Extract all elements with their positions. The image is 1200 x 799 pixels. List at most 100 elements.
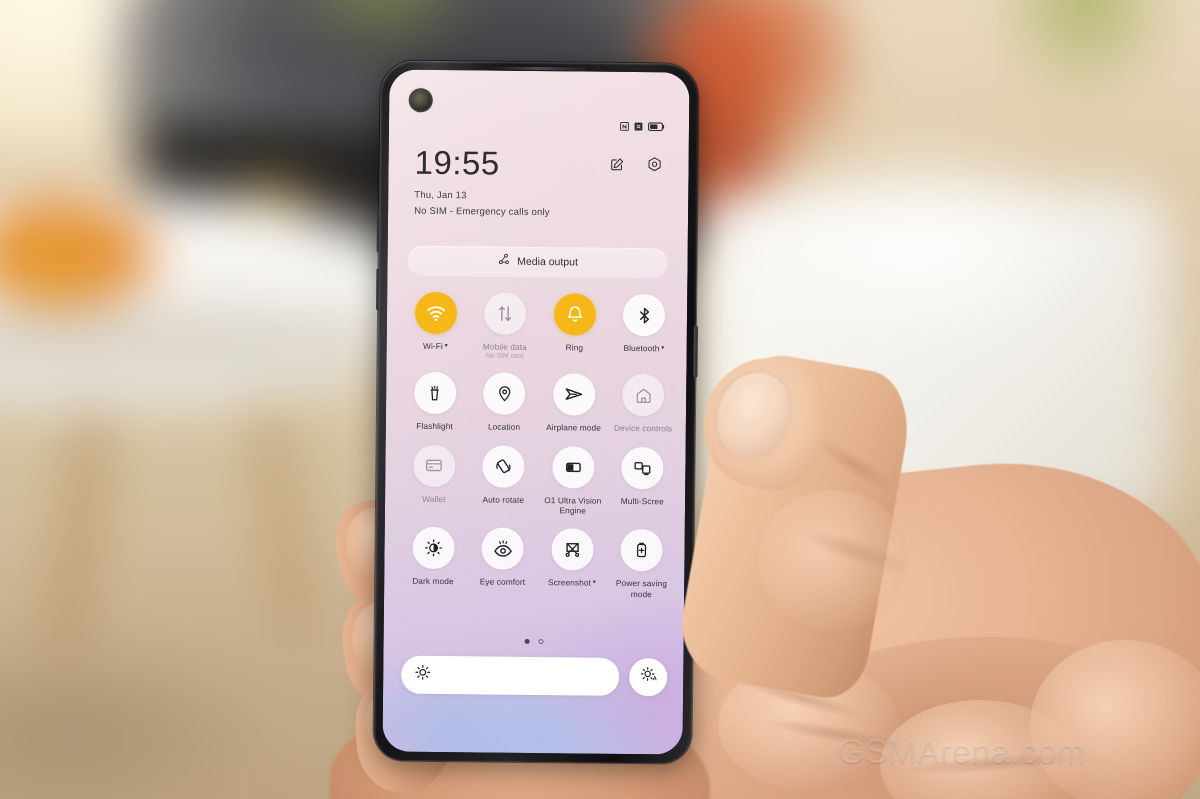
tile-power-saving[interactable]: Power saving mode <box>607 529 677 599</box>
page-indicator <box>384 637 684 645</box>
quick-settings-tiles: Wi-Fi ▾ Mobile data No SIM card Ring Blu… <box>398 291 679 600</box>
tile-flashlight-circle[interactable] <box>413 372 457 415</box>
mute-icon <box>634 118 643 136</box>
tile-screenshot-label: Screenshot ▾ <box>547 577 596 589</box>
tile-multi-screen[interactable]: Multi-Scree <box>607 446 677 516</box>
nfc-icon <box>620 118 629 136</box>
tile-vision-engine[interactable]: O1 Ultra Vision Engine <box>538 445 608 516</box>
eye-comfort-icon <box>494 540 512 557</box>
airplane-icon <box>565 388 583 400</box>
tile-wifi-label: Wi-Fi ▾ <box>423 340 448 352</box>
battery-saver-icon <box>637 543 647 558</box>
brightness-slider[interactable] <box>401 655 620 696</box>
tile-vision-engine-label: O1 Ultra Vision Engine <box>544 494 602 516</box>
tile-wallet-label: Wallet <box>422 493 446 504</box>
tile-ring[interactable]: Ring <box>540 293 610 361</box>
tile-auto-rotate-circle[interactable] <box>482 445 525 488</box>
volume-down-button[interactable] <box>376 268 381 311</box>
tile-multi-screen-circle[interactable] <box>621 446 664 490</box>
bell-icon <box>567 306 582 322</box>
tile-dark-mode-circle[interactable] <box>412 527 455 570</box>
volume-up-button[interactable] <box>376 210 382 253</box>
battery-icon <box>647 118 665 136</box>
power-button[interactable] <box>693 325 698 378</box>
chevron-down-icon: ▾ <box>659 345 665 352</box>
tile-screenshot-circle[interactable] <box>551 528 594 572</box>
tile-wifi-circle[interactable] <box>414 291 458 335</box>
status-bar <box>389 115 689 136</box>
auto-brightness-button[interactable]: A <box>629 657 668 697</box>
wifi-icon <box>426 306 445 322</box>
media-output-label: Media output <box>517 255 578 269</box>
tile-bluetooth-circle[interactable] <box>623 293 666 337</box>
tile-dark-mode[interactable]: Dark mode <box>398 527 468 597</box>
tile-mobile-data[interactable]: Mobile data No SIM card <box>470 292 540 360</box>
watermark: GSMArena.com <box>838 733 1086 771</box>
wallet-card-icon <box>426 459 443 472</box>
tile-wallet-circle[interactable] <box>412 444 456 487</box>
mobile-data-icon <box>499 306 512 322</box>
svg-text:A: A <box>652 676 657 682</box>
brightness-sun-icon <box>414 664 431 686</box>
front-camera-punch-hole <box>410 89 432 111</box>
tile-device-controls[interactable]: Device controls <box>608 374 678 434</box>
bluetooth-icon <box>639 307 649 323</box>
tile-bluetooth[interactable]: Bluetooth ▾ <box>609 293 679 362</box>
tile-power-saving-label: Power saving mode <box>615 578 668 600</box>
tile-mobile-data-label: Mobile data <box>482 341 527 352</box>
edit-icon[interactable] <box>609 156 624 176</box>
tile-airplane-circle[interactable] <box>552 373 596 416</box>
tile-wifi[interactable]: Wi-Fi ▾ <box>401 291 471 360</box>
tile-location-circle[interactable] <box>483 372 526 416</box>
tile-eye-comfort-label: Eye comfort <box>479 576 526 588</box>
settings-gear-icon[interactable] <box>646 156 662 177</box>
tile-power-saving-circle[interactable] <box>620 529 664 572</box>
screenshot-icon <box>565 543 579 558</box>
tile-screenshot[interactable]: Screenshot ▾ <box>537 528 607 598</box>
tile-auto-rotate-label: Auto rotate <box>482 494 525 505</box>
tile-ring-label: Ring <box>565 342 584 353</box>
brightness-row: A <box>401 655 668 697</box>
tile-bluetooth-label: Bluetooth ▾ <box>623 342 665 354</box>
page-dot-active[interactable] <box>524 638 530 644</box>
clock-row: 19:55 <box>414 143 662 182</box>
tile-vision-engine-circle[interactable] <box>551 445 595 489</box>
media-output-button[interactable]: Media output <box>407 245 668 279</box>
tile-eye-comfort[interactable]: Eye comfort <box>468 527 538 598</box>
tile-airplane-mode[interactable]: Airplane mode <box>539 373 609 433</box>
clock: 19:55 <box>414 143 500 182</box>
chevron-down-icon: ▾ <box>590 580 596 587</box>
home-icon <box>636 388 651 403</box>
page-dot-inactive[interactable] <box>538 639 544 645</box>
auto-brightness-icon: A <box>639 665 658 689</box>
auto-rotate-icon <box>496 459 511 473</box>
multi-screen-icon <box>634 461 651 475</box>
tile-location[interactable]: Location <box>469 372 539 433</box>
tile-mobile-data-sub: No SIM card <box>485 352 524 361</box>
smartphone: 19:55 Thu, Jan 13 No SIM - Emergency cal… <box>373 60 699 764</box>
tile-ring-circle[interactable] <box>553 293 596 336</box>
tile-wallet[interactable]: Wallet <box>399 444 469 514</box>
tile-flashlight[interactable]: Flashlight <box>400 372 470 432</box>
tile-eye-comfort-circle[interactable] <box>481 527 525 571</box>
tile-airplane-label: Airplane mode <box>546 422 602 434</box>
tile-location-label: Location <box>487 421 521 433</box>
date-label: Thu, Jan 13 <box>414 189 467 202</box>
tile-auto-rotate[interactable]: Auto rotate <box>468 445 538 515</box>
phone-body: 19:55 Thu, Jan 13 No SIM - Emergency cal… <box>373 60 699 764</box>
quick-settings-header: 19:55 Thu, Jan 13 No SIM - Emergency cal… <box>388 143 689 219</box>
tile-flashlight-label: Flashlight <box>416 421 453 432</box>
chevron-down-icon: ▾ <box>442 343 448 350</box>
tile-mobile-data-circle[interactable] <box>484 292 527 335</box>
cast-media-icon <box>497 253 510 271</box>
vision-engine-icon <box>565 462 581 472</box>
header-actions <box>609 148 662 178</box>
phone-screen: 19:55 Thu, Jan 13 No SIM - Emergency cal… <box>382 69 690 755</box>
tile-device-controls-circle[interactable] <box>622 374 665 417</box>
tile-dark-mode-label: Dark mode <box>412 576 454 587</box>
sim-status-label: No SIM - Emergency calls only <box>414 205 550 219</box>
dark-mode-icon <box>424 539 442 557</box>
flashlight-icon <box>430 385 440 401</box>
tile-multi-screen-label: Multi-Scree <box>620 495 664 507</box>
location-pin-icon <box>498 386 511 402</box>
